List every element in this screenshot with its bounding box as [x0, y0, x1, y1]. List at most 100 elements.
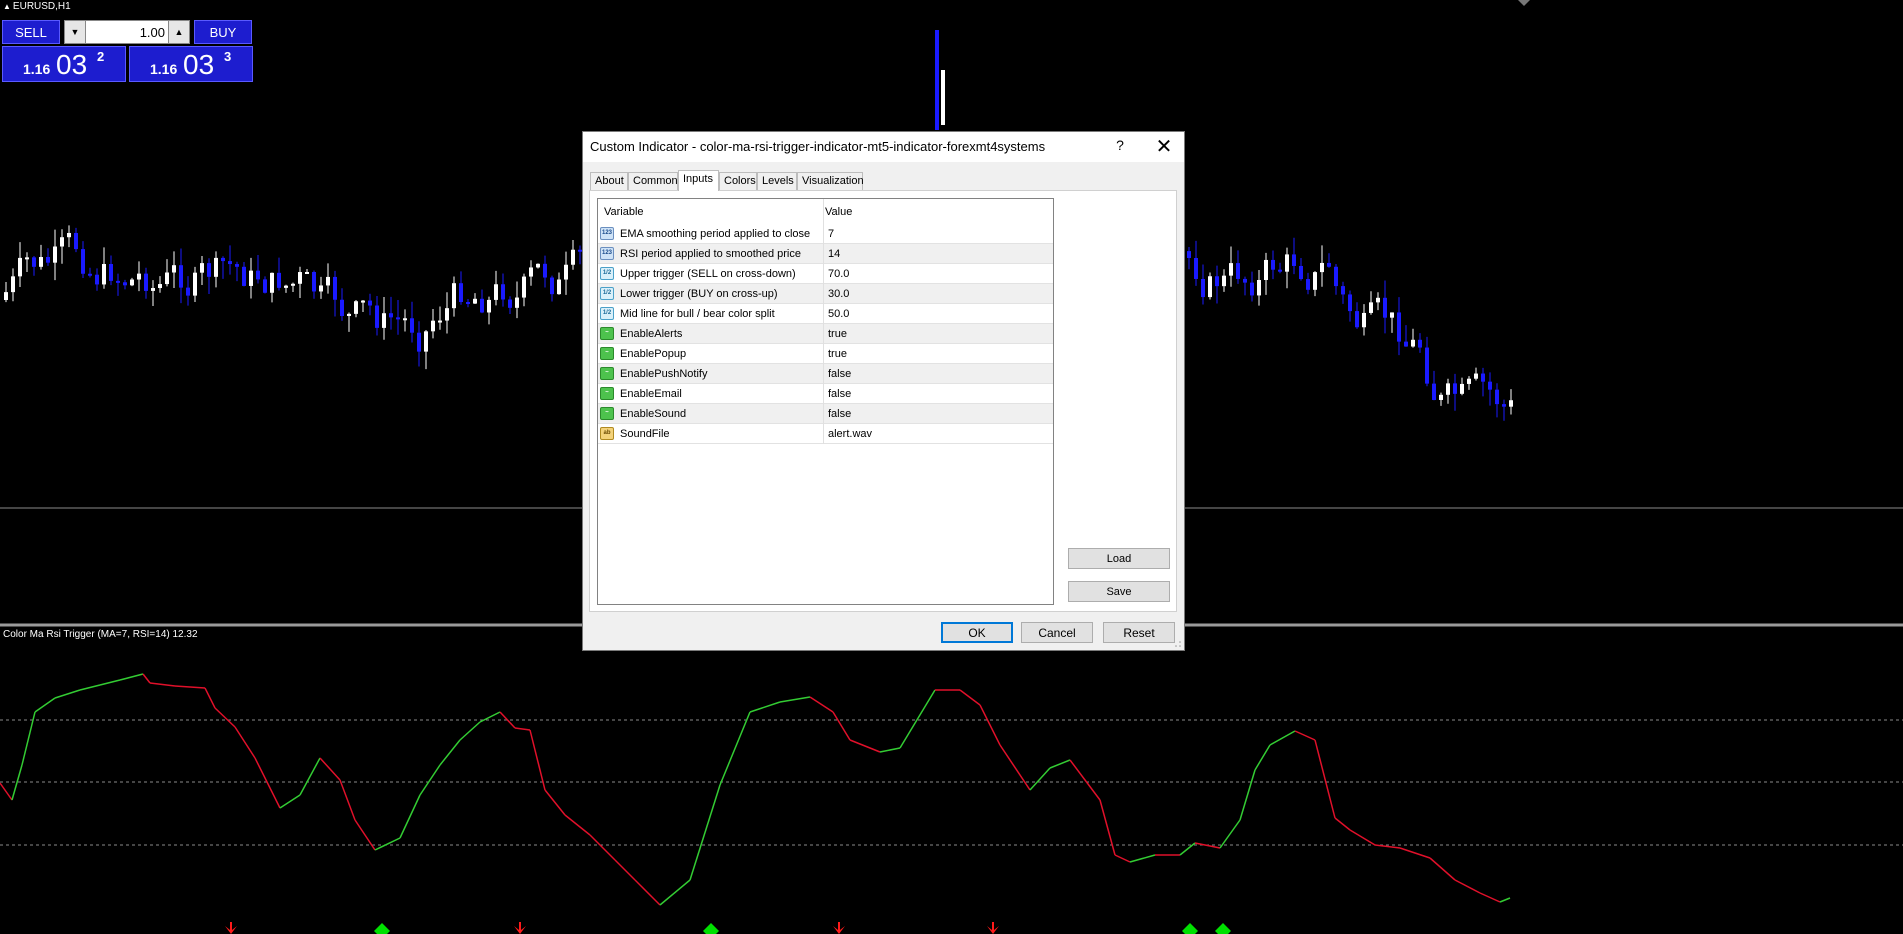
- rsi-line-segment: [99, 679, 121, 686]
- rsi-line-segment: [149, 682, 176, 687]
- inputs-panel: Variable Value 123 EMA smoothing period a…: [589, 190, 1177, 612]
- signal-arrows: [225, 922, 1231, 934]
- input-row[interactable]: ~ EnableSound false: [598, 404, 1053, 424]
- rsi-line-segment: [1429, 857, 1456, 881]
- input-value[interactable]: 50.0: [828, 308, 849, 320]
- tab-inputs[interactable]: Inputs: [678, 170, 719, 191]
- resize-grip-icon[interactable]: [1174, 640, 1182, 648]
- candle-body: [1348, 294, 1352, 312]
- sell-price-pip: 2: [97, 49, 105, 64]
- candle-body: [1278, 269, 1282, 272]
- input-row[interactable]: 123 RSI period applied to smoothed price 1…: [598, 244, 1053, 264]
- candle-body: [368, 300, 372, 306]
- tab-visualization[interactable]: Visualization: [797, 172, 864, 190]
- candle-body: [298, 272, 302, 284]
- rsi-line-segment: [21, 711, 36, 766]
- input-row[interactable]: 1/2 Upper trigger (SELL on cross-down) 70.…: [598, 264, 1053, 284]
- input-value[interactable]: false: [828, 368, 851, 380]
- candle-body: [200, 263, 204, 273]
- input-row[interactable]: ~ EnableAlerts true: [598, 324, 1053, 344]
- symbol-label: ▲ EURUSD,H1: [3, 1, 71, 12]
- rsi-line-segment: [479, 711, 501, 723]
- input-variable-name: EnablePushNotify: [620, 368, 708, 380]
- rsi-line-segment: [1294, 730, 1316, 741]
- candle-body: [354, 301, 358, 314]
- sell-price-big: 03: [56, 49, 88, 80]
- input-row[interactable]: ~ EnablePopup true: [598, 344, 1053, 364]
- buy-button[interactable]: BUY: [194, 20, 252, 44]
- rsi-line-segment: [319, 757, 341, 781]
- rsi-line-segment: [1334, 817, 1351, 831]
- input-value[interactable]: true: [828, 328, 847, 340]
- input-value[interactable]: 70.0: [828, 268, 849, 280]
- input-value[interactable]: alert.wav: [828, 428, 872, 440]
- double-icon: 1/2: [600, 287, 614, 300]
- rsi-line-segment: [1049, 759, 1071, 769]
- input-row[interactable]: 123 EMA smoothing period applied to close…: [598, 224, 1053, 244]
- one-click-trading-panel: SELL ▼ 1.00 ▲ BUY 1.16 03 2 1.16 03 3: [2, 20, 253, 82]
- chart-shift-marker-icon[interactable]: [1518, 0, 1530, 6]
- lot-increase-icon[interactable]: ▲: [168, 21, 189, 43]
- lot-value[interactable]: 1.00: [140, 25, 165, 40]
- input-row[interactable]: 1/2 Mid line for bull / bear color split 5…: [598, 304, 1053, 324]
- candle-body: [1376, 297, 1380, 303]
- candle-body: [557, 279, 561, 295]
- input-value[interactable]: 7: [828, 228, 834, 240]
- buy-price-button[interactable]: 1.16 03 3: [129, 46, 253, 82]
- tab-about[interactable]: About: [590, 172, 628, 190]
- input-value[interactable]: true: [828, 348, 847, 360]
- buy-arrow-icon: [1215, 923, 1231, 934]
- rsi-line-segment: [299, 757, 321, 796]
- column-header-variable[interactable]: Variable: [604, 206, 644, 218]
- candle-body: [1306, 279, 1310, 290]
- candle-body: [11, 276, 15, 293]
- reset-button[interactable]: Reset: [1103, 622, 1175, 643]
- load-button[interactable]: Load: [1068, 548, 1170, 569]
- candle-body: [424, 331, 428, 352]
- input-row[interactable]: ~ EnableEmail false: [598, 384, 1053, 404]
- dialog-titlebar[interactable]: Custom Indicator - color-ma-rsi-trigger-…: [583, 132, 1184, 162]
- input-value[interactable]: 14: [828, 248, 840, 260]
- rsi-line-segment: [459, 721, 481, 741]
- rsi-line-segment: [749, 701, 781, 713]
- input-row[interactable]: ab SoundFile alert.wav: [598, 424, 1053, 444]
- candle-body: [347, 313, 351, 316]
- tab-common[interactable]: Common: [628, 172, 678, 190]
- bool-icon: ~: [600, 347, 614, 360]
- candle-body: [88, 273, 92, 276]
- lot-decrease-icon[interactable]: ▼: [65, 21, 86, 43]
- close-icon[interactable]: ✕: [1153, 134, 1175, 159]
- sell-button[interactable]: SELL: [2, 20, 60, 44]
- input-value[interactable]: false: [828, 388, 851, 400]
- collapse-triangle-icon[interactable]: ▲: [3, 2, 11, 11]
- candle-body: [333, 276, 337, 300]
- cancel-button[interactable]: Cancel: [1021, 622, 1093, 643]
- input-value[interactable]: 30.0: [828, 288, 849, 300]
- candle-body: [1411, 339, 1415, 347]
- help-icon[interactable]: ?: [1110, 137, 1130, 153]
- tab-colors[interactable]: Colors: [719, 172, 757, 190]
- rsi-line-segment: [544, 789, 566, 816]
- candle-body: [375, 305, 379, 328]
- ok-button[interactable]: OK: [941, 622, 1013, 643]
- sell-price-button[interactable]: 1.16 03 2: [2, 46, 126, 82]
- candle-body: [508, 299, 512, 308]
- rsi-line-segment: [899, 689, 936, 749]
- candle-body: [242, 266, 246, 286]
- save-button[interactable]: Save: [1068, 581, 1170, 602]
- input-row[interactable]: ~ EnablePushNotify false: [598, 364, 1053, 384]
- lot-size-field[interactable]: ▼ 1.00 ▲: [64, 20, 190, 44]
- candle-body: [389, 313, 393, 318]
- candle-body: [228, 261, 232, 265]
- candle-body: [123, 282, 127, 286]
- input-value[interactable]: false: [828, 408, 851, 420]
- column-header-value[interactable]: Value: [825, 206, 852, 218]
- candle-body: [1264, 259, 1268, 280]
- candle-body: [291, 283, 295, 286]
- candle-body: [529, 267, 533, 277]
- input-row[interactable]: 1/2 Lower trigger (BUY on cross-up) 30.0: [598, 284, 1053, 304]
- candle-body: [179, 265, 183, 288]
- inputs-grid[interactable]: Variable Value 123 EMA smoothing period a…: [597, 198, 1054, 605]
- tab-levels[interactable]: Levels: [757, 172, 797, 190]
- bool-icon: ~: [600, 367, 614, 380]
